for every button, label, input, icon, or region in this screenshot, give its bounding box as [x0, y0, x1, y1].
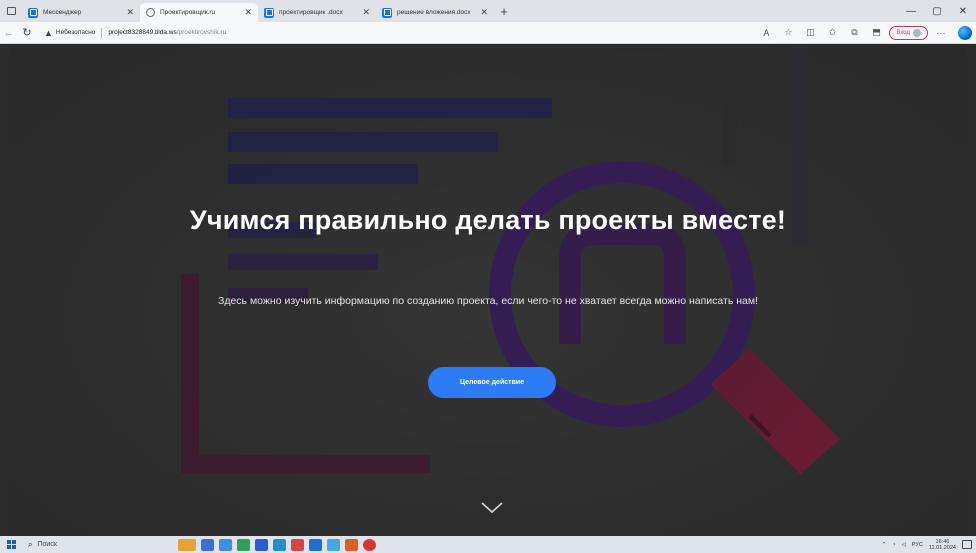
hero-title: Учимся правильно делать проекты вместе! [189, 205, 787, 235]
warning-icon: ▲ [44, 27, 53, 38]
volume-icon[interactable]: ◁ [902, 542, 906, 548]
wifi-icon[interactable]: ◔ [892, 542, 895, 548]
weather-app-icon[interactable] [178, 538, 196, 551]
cta-button[interactable]: Целевое действие [428, 367, 556, 398]
tab-label: проектировщик .docx [279, 9, 343, 16]
new-tab-button[interactable]: + [494, 3, 514, 22]
workspaces-icon [6, 7, 16, 15]
url-host: project8328849.tilda.ws [108, 29, 177, 36]
tray-chevron-icon[interactable]: ⌃ [882, 542, 887, 548]
workspaces-button[interactable] [0, 0, 22, 22]
start-button[interactable] [0, 536, 22, 553]
word-app-icon[interactable] [255, 538, 268, 551]
photos-app-icon[interactable] [327, 538, 340, 551]
reload-icon[interactable]: ↻ [18, 26, 36, 39]
taskbar: ⌕ Поиск ⌃ ◔ ◁ РУС 16:46 11.01.2024 [0, 536, 976, 553]
copilot-icon[interactable] [958, 25, 972, 40]
browser-toolbar: ← ↻ ▲ Небезопасно project8328849.tilda.w… [0, 22, 976, 44]
language-indicator[interactable]: РУС [912, 542, 923, 548]
edge-app-icon[interactable] [219, 538, 232, 551]
media-app-icon[interactable] [291, 538, 304, 551]
tab-messenger[interactable]: Мессенджер ✕ [22, 3, 140, 22]
globe-icon [146, 8, 155, 17]
split-screen-icon[interactable]: ◫ [801, 27, 819, 38]
close-tab-icon[interactable]: ✕ [362, 7, 370, 18]
maximize-icon[interactable]: ▢ [924, 6, 950, 17]
minimize-icon[interactable]: — [898, 6, 924, 17]
close-tab-icon[interactable]: ✕ [126, 7, 134, 18]
toolbar-actions: A ☆ ◫ ✩ ⧉ ⬒ Вход ··· [757, 25, 976, 40]
back-icon[interactable]: ← [0, 27, 18, 39]
read-aloud-icon[interactable]: A [757, 28, 775, 38]
favorite-star-icon[interactable]: ☆ [779, 27, 797, 38]
hero-description: Здесь можно изучить информацию по создан… [218, 295, 758, 307]
tab-strip: Мессенджер ✕ Проектировщик.ru ✕ проектир… [0, 0, 976, 22]
extensions-icon[interactable]: ⬒ [867, 27, 885, 38]
url-path: /proektirovshik.ru [176, 29, 227, 36]
tab-label: Проектировщик.ru [160, 9, 216, 16]
collections-icon[interactable]: ⧉ [845, 27, 863, 38]
yandex-app-icon[interactable] [363, 538, 376, 551]
store-app-icon[interactable] [273, 538, 286, 551]
spreadsheet-app-icon[interactable] [237, 538, 250, 551]
window-controls: — ▢ ✕ [898, 0, 976, 22]
taskbar-search[interactable]: ⌕ Поиск [28, 538, 148, 551]
tab-label: решение вложения.docx [397, 9, 471, 16]
task-view-icon[interactable] [201, 538, 214, 551]
taskbar-apps [178, 538, 376, 551]
search-placeholder: Поиск [37, 541, 57, 548]
page-scrollbar[interactable] [966, 44, 976, 536]
outlook-app-icon[interactable] [309, 538, 322, 551]
clock-date: 11.01.2024 [928, 544, 956, 551]
hero-section: Учимся правильно делать проекты вместе! … [10, 44, 966, 536]
clock[interactable]: 16:46 11.01.2024 [929, 539, 956, 551]
divider [101, 27, 103, 38]
windows-logo-icon [6, 540, 16, 549]
system-tray: ⌃ ◔ ◁ РУС 16:46 11.01.2024 [882, 539, 976, 551]
document-favicon-icon [382, 7, 392, 18]
security-label: Небезопасно [55, 29, 96, 36]
avatar [913, 28, 921, 37]
profile-label: Вход [896, 29, 910, 36]
more-menu-icon[interactable]: ··· [932, 28, 950, 38]
document-favicon-icon [264, 7, 274, 18]
page-left-edge [0, 44, 10, 536]
messenger-favicon-icon [28, 7, 38, 18]
search-icon: ⌕ [28, 539, 33, 549]
tab-docx-1[interactable]: проектировщик .docx ✕ [258, 3, 376, 22]
close-tab-icon[interactable]: ✕ [244, 7, 252, 18]
hero-dim-overlay [10, 44, 966, 536]
address-bar[interactable]: ▲ Небезопасно project8328849.tilda.ws /p… [44, 25, 226, 41]
profile-button[interactable]: Вход [889, 25, 928, 40]
close-tab-icon[interactable]: ✕ [480, 7, 488, 18]
office-app-icon[interactable] [345, 538, 358, 551]
notifications-icon[interactable] [962, 540, 972, 549]
tab-label: Мессенджер [43, 9, 82, 16]
close-window-icon[interactable]: ✕ [950, 6, 976, 17]
tab-proektirovshik[interactable]: Проектировщик.ru ✕ [140, 3, 258, 22]
favorites-icon[interactable]: ✩ [823, 27, 841, 38]
scroll-down-arrow-icon[interactable] [480, 501, 504, 515]
tab-docx-2[interactable]: решение вложения.docx ✕ [376, 3, 494, 22]
